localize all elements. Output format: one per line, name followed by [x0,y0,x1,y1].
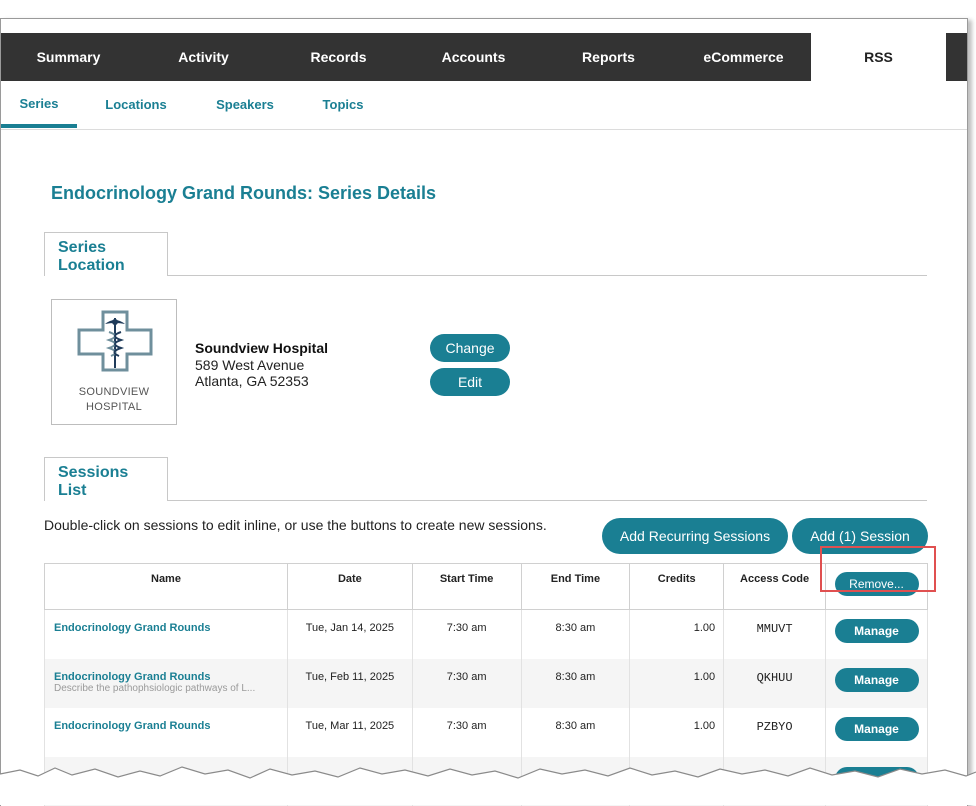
session-action-cell: Manage [825,609,928,659]
medical-cross-icon [77,310,153,372]
tab-reports[interactable]: Reports [541,33,676,81]
session-name[interactable]: Endocrinology Grand Rounds [54,622,286,634]
remove-button-highlight [820,546,936,592]
location-address1: 589 West Avenue [195,357,305,373]
subtab-series[interactable]: Series [1,81,77,128]
torn-edge-decoration [0,766,976,805]
session-credits[interactable]: 1.00 [629,658,725,708]
change-location-button[interactable]: Change [430,334,510,362]
series-location-tab-line1: Series [58,239,107,256]
edit-location-button[interactable]: Edit [430,368,510,396]
tab-accounts[interactable]: Accounts [406,33,541,81]
tab-activity[interactable]: Activity [136,33,271,81]
page-title: Endocrinology Grand Rounds: Series Detai… [51,183,437,203]
session-credits[interactable]: 1.00 [629,707,725,757]
manage-button[interactable]: Manage [834,619,919,643]
tab-records[interactable]: Records [271,33,406,81]
table-header-row: Name Date Start Time End Time Credits Ac… [44,563,928,610]
session-action-cell: Manage [825,707,928,757]
tab-summary[interactable]: Summary [1,33,136,81]
session-name[interactable]: Endocrinology Grand Rounds [54,720,286,732]
tab-rss[interactable]: RSS [811,33,946,81]
session-description: Describe the pathophsiologic pathways of… [54,682,256,694]
session-start-time[interactable]: 7:30 am [411,609,522,659]
sessions-list-tab-line2: List [58,482,87,499]
session-date[interactable]: Tue, Feb 11, 2025 [286,658,413,708]
session-start-time[interactable]: 7:30 am [411,707,522,757]
add-recurring-sessions-button[interactable]: Add Recurring Sessions [602,518,788,554]
session-credits[interactable]: 1.00 [629,609,725,659]
session-date[interactable]: Tue, Jan 14, 2025 [286,609,413,659]
hospital-logo: SOUNDVIEW HOSPITAL [51,299,177,425]
sessions-list-tab: Sessions List [44,457,168,501]
session-start-time[interactable]: 7:30 am [411,658,522,708]
column-header-date[interactable]: Date [286,563,413,610]
tab-ecommerce[interactable]: eCommerce [676,33,811,81]
subtab-topics[interactable]: Topics [295,81,391,128]
column-header-credits[interactable]: Credits [629,563,725,610]
sessions-instructions: Double-click on sessions to edit inline,… [44,517,547,533]
logo-text-line1: SOUNDVIEW [78,386,150,398]
session-access-code[interactable]: QKHUU [723,658,826,708]
sessions-list-divider [168,500,927,501]
table-row[interactable]: Endocrinology Grand Rounds Tue, Jan 14, … [44,609,928,659]
table-row[interactable]: Endocrinology Grand Rounds Describe the … [44,658,928,708]
column-header-start-time[interactable]: Start Time [411,563,522,610]
session-name[interactable]: Endocrinology Grand Rounds [54,671,286,683]
session-date[interactable]: Tue, Mar 11, 2025 [286,707,413,757]
series-location-divider [168,275,927,276]
session-name-cell[interactable]: Endocrinology Grand Rounds [44,609,288,659]
subtab-speakers[interactable]: Speakers [195,81,295,128]
series-location-tab: Series Location [44,232,168,276]
session-access-code[interactable]: PZBYO [723,707,826,757]
series-location-tab-line2: Location [58,257,125,274]
location-name: Soundview Hospital [195,340,329,356]
manage-button[interactable]: Manage [834,667,919,692]
app-window: Summary Activity Records Accounts Report… [0,18,968,806]
column-header-access-code[interactable]: Access Code [723,563,826,610]
column-header-name[interactable]: Name [44,563,288,610]
session-name-cell[interactable]: Endocrinology Grand Rounds [44,707,288,757]
subtab-locations[interactable]: Locations [77,81,195,128]
table-row[interactable]: Endocrinology Grand Rounds Tue, Mar 11, … [44,707,928,757]
session-end-time[interactable]: 8:30 am [520,609,631,659]
manage-button[interactable]: Manage [834,716,919,741]
location-address2: Atlanta, GA 52353 [195,373,309,389]
session-name-cell[interactable]: Endocrinology Grand Rounds Describe the … [44,658,288,708]
session-access-code[interactable]: MMUVT [723,609,826,659]
session-action-cell: Manage [825,658,928,708]
logo-text-line2: HOSPITAL [86,401,142,413]
sub-nav: Series Locations Speakers Topics [1,81,967,130]
column-header-end-time[interactable]: End Time [520,563,631,610]
top-nav: Summary Activity Records Accounts Report… [1,33,967,81]
session-end-time[interactable]: 8:30 am [520,707,631,757]
sessions-list-tab-line1: Sessions [58,464,129,481]
session-end-time[interactable]: 8:30 am [520,658,631,708]
